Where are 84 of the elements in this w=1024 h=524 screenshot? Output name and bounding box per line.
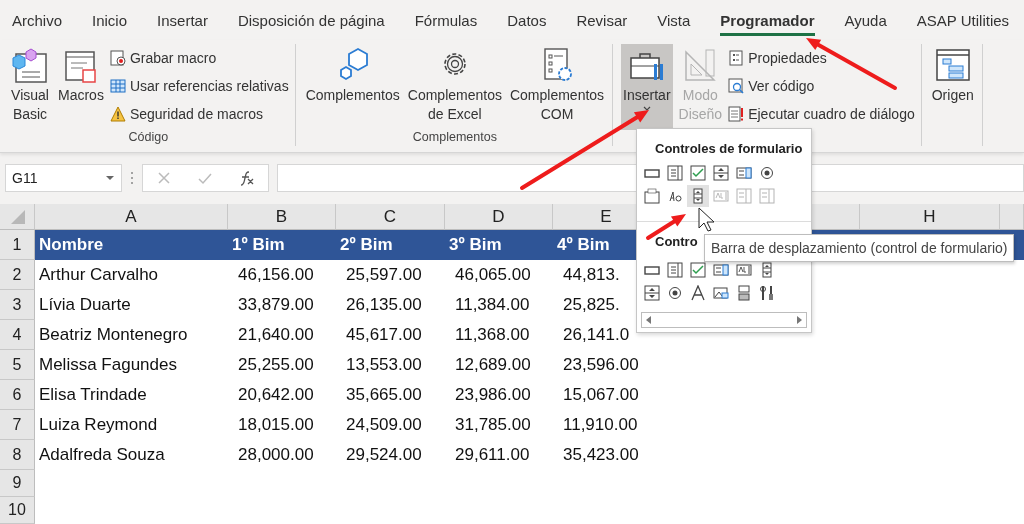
properties-icon [728,50,745,66]
option-button-icon [667,285,683,301]
combo-box-icon [667,262,683,278]
menu-section-title: Controles de formulario [655,141,803,156]
warning-icon [109,106,126,122]
ribbon-small-button[interactable]: Ver código [728,74,915,98]
combo-box-icon [667,165,683,181]
ribbon-tab[interactable]: Inicio [92,7,128,36]
column-header[interactable]: A [35,204,228,230]
ribbon-small-button[interactable]: Ejecutar cuadro de diálogo [728,102,915,126]
ribbon-button[interactable]: Origen [929,44,976,130]
row-header[interactable]: 4 [0,320,35,350]
horizontal-scroll-bar[interactable] [641,312,807,328]
header-cell: 3º Bim [445,230,553,260]
code-window-icon [10,46,50,86]
close-icon [155,170,172,186]
column-header[interactable]: H [860,204,1000,230]
spin-button-icon [644,285,660,301]
group-box-icon [644,188,660,204]
ribbon-button[interactable]: Complementos [303,44,402,130]
text-field-icon [736,262,752,278]
label-a-icon [690,285,706,301]
tools-icon [759,285,775,301]
header-cell: Nombre [35,230,228,260]
header-cell: 2º Bim [336,230,445,260]
group-title: Código [127,130,170,146]
ribbon-button[interactable]: Complementos de Excel [405,44,504,130]
scroll-bar-icon [690,188,706,204]
tooltip: Barra de desplazamiento (control de formulario) [704,234,1015,262]
ribbon-tab[interactable]: Fórmulas [414,7,478,36]
row-header[interactable]: 1 [0,230,35,260]
checkbox-icon [690,262,706,278]
spin-button-icon [713,165,729,181]
column-header[interactable]: C [336,204,445,230]
list-box-icon [736,165,752,181]
ribbon-small-button[interactable]: Usar referencias relativas [109,74,289,98]
ribbon-tab[interactable]: Archivo [12,7,63,36]
ribbon-small-button[interactable]: Grabar macro [109,46,289,70]
row-header[interactable]: 10 [0,497,35,524]
row-header[interactable]: 5 [0,350,35,380]
text-field-icon [713,188,729,204]
option-button-icon [759,165,775,181]
row-header[interactable]: 2 [0,260,35,290]
grip-icon [130,170,134,186]
ribbon-button[interactable]: Macros [56,44,106,130]
row-header[interactable]: 3 [0,290,35,320]
group-title: Complementos [411,130,498,146]
header-cell: 1º Bim [228,230,336,260]
dialog-icon [728,106,745,122]
mouse-pointer-icon [698,207,715,232]
ribbon-tab[interactable]: Vista [657,7,691,36]
ribbon-tab[interactable]: Revisar [576,7,628,36]
ribbon-small-button[interactable]: Propiedades [728,46,915,70]
toggle-button-icon [736,285,752,301]
ribbon-small-button[interactable]: Seguridad de macros [109,102,289,126]
table-icon [109,78,126,94]
ribbon-button[interactable]: Visual Basic [8,44,52,130]
ribbon-button[interactable]: Insertar [621,44,673,130]
ribbon-tab[interactable]: Disposición de página [237,7,385,36]
record-icon [109,50,126,66]
image-control-icon [713,285,729,301]
view-code-icon [728,78,745,94]
column-header[interactable]: B [228,204,336,230]
ribbon-tab[interactable]: Ayuda [844,7,887,36]
control-tool[interactable] [641,282,663,304]
caret-icon [105,174,115,182]
combo-list-icon [736,188,752,204]
combo-list-icon [759,188,775,204]
row-header[interactable]: 9 [0,470,35,497]
control-tool[interactable] [687,185,709,207]
ribbon-button[interactable]: Complementos COM [507,44,607,130]
row-header[interactable]: 7 [0,410,35,440]
ribbon-tab[interactable]: ASAP Utilities [916,7,1010,36]
ribbon-tab[interactable]: Programador [720,7,815,36]
scroll-bar-icon [759,262,775,278]
checkbox-icon [690,165,706,181]
ribbon-tab[interactable]: Datos [507,7,547,36]
row-header[interactable]: 8 [0,440,35,470]
column-header[interactable]: D [445,204,553,230]
list-box-icon [713,262,729,278]
row-header[interactable]: 6 [0,380,35,410]
control-tool[interactable] [710,162,732,184]
name-box[interactable]: G11 [5,164,122,192]
ribbon-tab[interactable]: Insertar [157,7,208,36]
